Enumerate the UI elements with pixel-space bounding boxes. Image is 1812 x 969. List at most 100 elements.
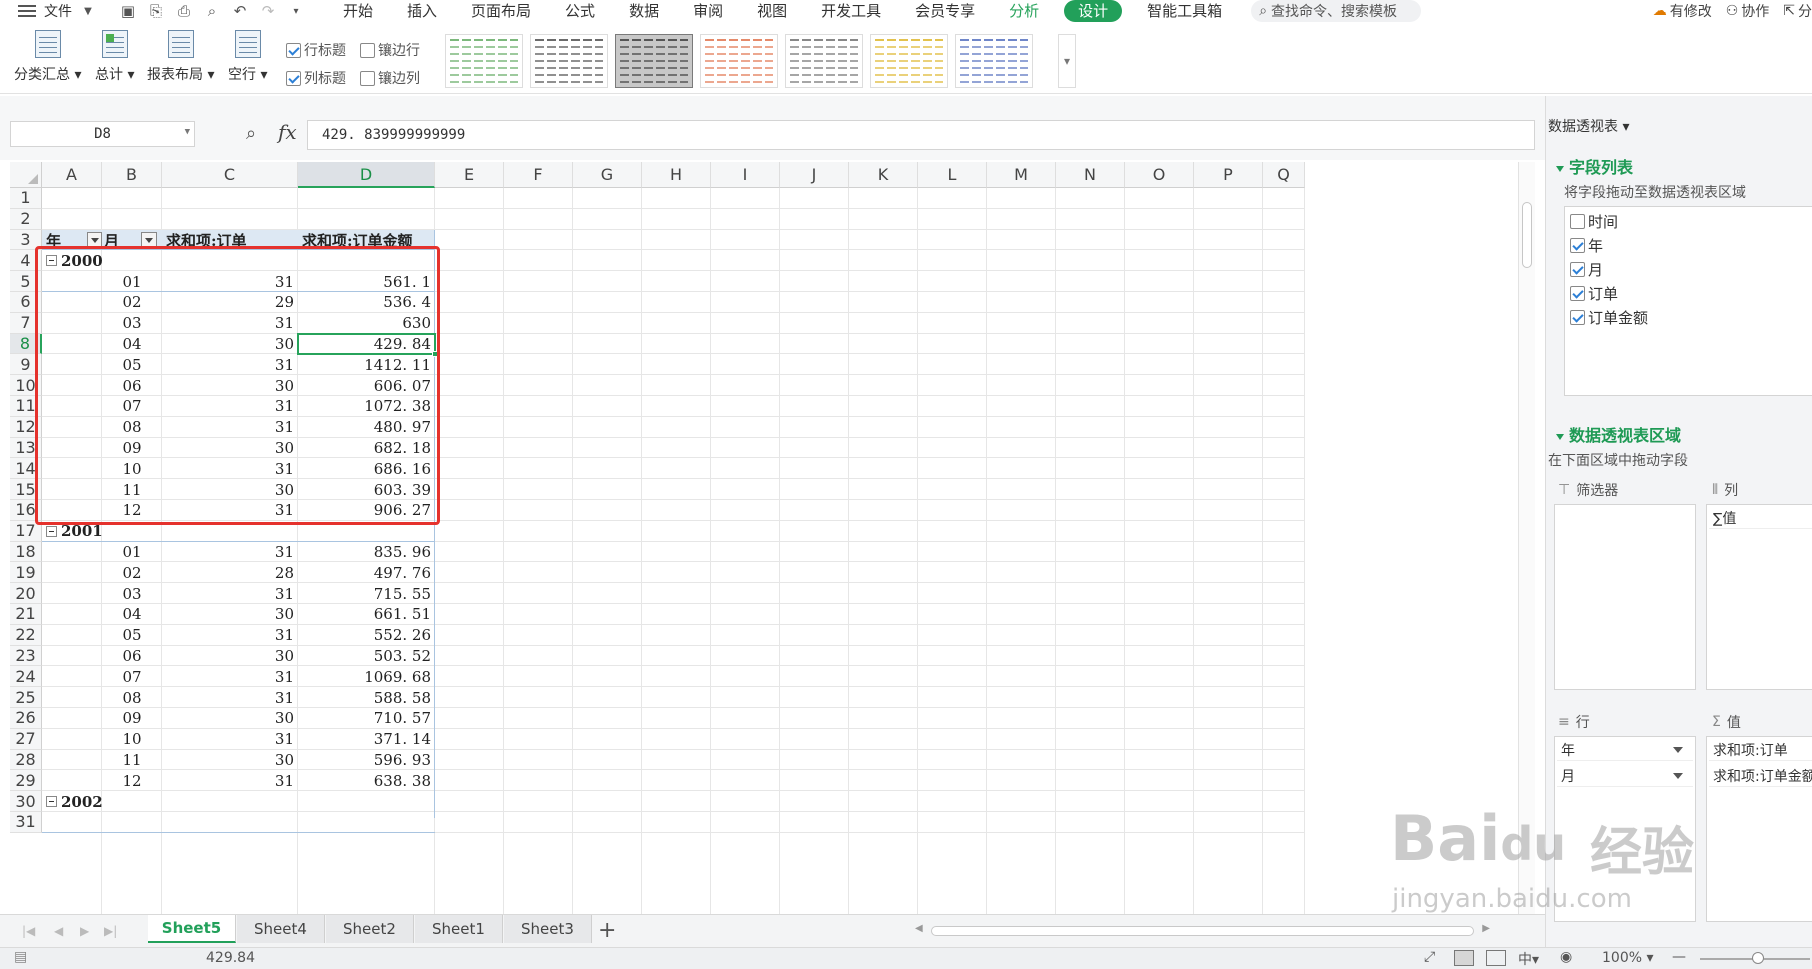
banded-cols-checkbox[interactable]: 镶边列	[360, 68, 420, 88]
pivot-amount-cell[interactable]: 371. 14	[298, 729, 435, 750]
export-icon[interactable]: ⎘	[144, 1, 168, 21]
file-menu[interactable]: 文件	[44, 1, 72, 21]
menu-tab-4[interactable]: 数据	[612, 0, 676, 22]
prev-sheet-icon[interactable]: ◀	[54, 924, 63, 938]
sheet-tab-sheet4[interactable]: Sheet4	[237, 915, 325, 943]
sheet-tab-sheet3[interactable]: Sheet3	[504, 915, 592, 943]
column-header-N[interactable]: N	[1056, 162, 1125, 188]
pivot-area-section[interactable]: 数据透视表区域	[1556, 422, 1681, 446]
column-header-K[interactable]: K	[849, 162, 918, 188]
pivot-amount-cell[interactable]: 497. 76	[298, 562, 435, 583]
row-header-27[interactable]: 27	[10, 728, 42, 750]
pivot-amount-cell[interactable]: 638. 38	[298, 770, 435, 791]
last-sheet-icon[interactable]: ▶|	[104, 924, 117, 938]
zoom-slider-handle[interactable]	[1752, 952, 1764, 964]
undo-icon[interactable]: ↶	[228, 1, 252, 21]
collapse-icon[interactable]	[46, 525, 57, 537]
field-checkbox[interactable]	[1570, 286, 1585, 301]
formula-input[interactable]: 429. 839999999999	[307, 120, 1535, 150]
field-checkbox[interactable]	[1570, 238, 1585, 253]
style-gallery-more-button[interactable]: ▾	[1058, 34, 1076, 88]
column-header-P[interactable]: P	[1194, 162, 1263, 188]
pivot-order-cell[interactable]: 30	[162, 646, 298, 667]
row-header-30[interactable]: 30	[10, 791, 42, 812]
row-header-24[interactable]: 24	[10, 666, 42, 688]
sheet-tab-sheet5[interactable]: Sheet5	[148, 915, 236, 943]
pivot-year-group[interactable]: 2002	[42, 791, 162, 812]
field-checkbox[interactable]	[1570, 262, 1585, 277]
pivot-amount-cell[interactable]: 661. 51	[298, 604, 435, 625]
value-field-item[interactable]: 求和项:订单	[1709, 739, 1812, 761]
menu-tab-6[interactable]: 视图	[740, 0, 804, 22]
report-layout-button[interactable]: 报表布局 ▾	[147, 30, 214, 84]
zoom-out-icon[interactable]: —	[1672, 949, 1686, 965]
pivot-month-cell[interactable]: 12	[102, 770, 162, 791]
insert-function-icon[interactable]: fx	[278, 120, 297, 144]
main-menu-icon[interactable]	[18, 4, 38, 18]
field-item[interactable]: 订单金额	[1570, 307, 1648, 328]
column-field-values[interactable]: ∑值	[1709, 507, 1812, 529]
column-header-G[interactable]: G	[573, 162, 642, 188]
zoom-level[interactable]: 100% ▾	[1602, 950, 1654, 966]
scroll-thumb[interactable]	[1522, 202, 1532, 268]
col-header-checkbox[interactable]: 列标题	[286, 68, 346, 88]
pivot-style-1[interactable]	[530, 34, 608, 88]
pivot-amount-cell[interactable]: 1069. 68	[298, 666, 435, 687]
chevron-down-icon[interactable]	[1673, 747, 1683, 753]
column-header-B[interactable]: B	[102, 162, 162, 188]
collapse-icon[interactable]	[46, 796, 57, 808]
pivot-month-cell[interactable]: 02	[102, 562, 162, 583]
share-button[interactable]: ⇱ 分	[1783, 1, 1812, 21]
pivot-month-cell[interactable]: 04	[102, 604, 162, 625]
column-header-H[interactable]: H	[642, 162, 711, 188]
spreadsheet-grid[interactable]: A B C D E F G H I J K L M N O P Q 1 2 3 4 5 6 7 8 9 10 11 12 13 14 15 16…	[10, 162, 1518, 914]
pivot-order-cell[interactable]: 31	[162, 729, 298, 750]
pivot-month-cell[interactable]: 08	[102, 687, 162, 708]
pivot-amount-cell[interactable]: 588. 58	[298, 687, 435, 708]
field-item[interactable]: 年	[1570, 235, 1603, 256]
column-header-L[interactable]: L	[918, 162, 987, 188]
column-header-I[interactable]: I	[711, 162, 780, 188]
row-header-23[interactable]: 23	[10, 645, 42, 667]
blank-rows-button[interactable]: 空行 ▾	[228, 30, 267, 84]
pivot-month-cell[interactable]: 06	[102, 646, 162, 667]
menu-tab-7[interactable]: 开发工具	[804, 0, 898, 22]
row-header-25[interactable]: 25	[10, 687, 42, 708]
print-icon[interactable]: ⎙	[172, 1, 196, 21]
column-header-C[interactable]: C	[162, 162, 298, 188]
pivot-month-cell[interactable]: 03	[102, 583, 162, 604]
row-header-1[interactable]: 1	[10, 188, 42, 209]
scroll-left-icon[interactable]: ◀	[915, 923, 923, 934]
field-item[interactable]: 月	[1570, 259, 1603, 280]
column-header-M[interactable]: M	[987, 162, 1056, 188]
pivot-order-cell[interactable]: 30	[162, 708, 298, 729]
horizontal-scrollbar[interactable]: ◀ ▶	[915, 923, 1490, 939]
column-header-A[interactable]: A	[42, 162, 102, 188]
pivot-style-6[interactable]	[955, 34, 1033, 88]
select-all-corner[interactable]	[10, 162, 42, 188]
menu-tab-5[interactable]: 审阅	[676, 0, 740, 22]
row-header-18[interactable]: 18	[10, 541, 42, 563]
pivot-month-cell[interactable]: 07	[102, 666, 162, 687]
filter-area[interactable]	[1554, 504, 1696, 690]
print-preview-icon[interactable]: ⌕	[200, 1, 224, 21]
pivot-month-cell[interactable]: 09	[102, 708, 162, 729]
column-header-F[interactable]: F	[504, 162, 573, 188]
vertical-scrollbar[interactable]	[1518, 162, 1535, 914]
zoom-formula-icon[interactable]: ⌕	[246, 123, 256, 144]
pivot-amount-cell[interactable]: 552. 26	[298, 625, 435, 646]
row-field-item[interactable]: 月	[1557, 765, 1693, 787]
pivot-order-cell[interactable]: 30	[162, 604, 298, 625]
reading-mode-icon[interactable]: 中▾	[1518, 949, 1539, 969]
menu-tab-2[interactable]: 页面布局	[454, 0, 548, 22]
field-checkbox[interactable]	[1570, 214, 1585, 229]
pivot-amount-cell[interactable]: 715. 55	[298, 583, 435, 604]
menu-tab-0[interactable]: 开始	[326, 0, 390, 22]
column-header-O[interactable]: O	[1125, 162, 1194, 188]
field-item[interactable]: 时间	[1570, 211, 1618, 232]
chevron-down-icon[interactable]: ▼	[76, 1, 100, 21]
row-area[interactable]: 年月	[1554, 736, 1696, 922]
menu-tab-8[interactable]: 会员专享	[898, 0, 992, 22]
scroll-right-icon[interactable]: ▶	[1482, 923, 1490, 934]
sheet-tab-sheet1[interactable]: Sheet1	[415, 915, 503, 943]
